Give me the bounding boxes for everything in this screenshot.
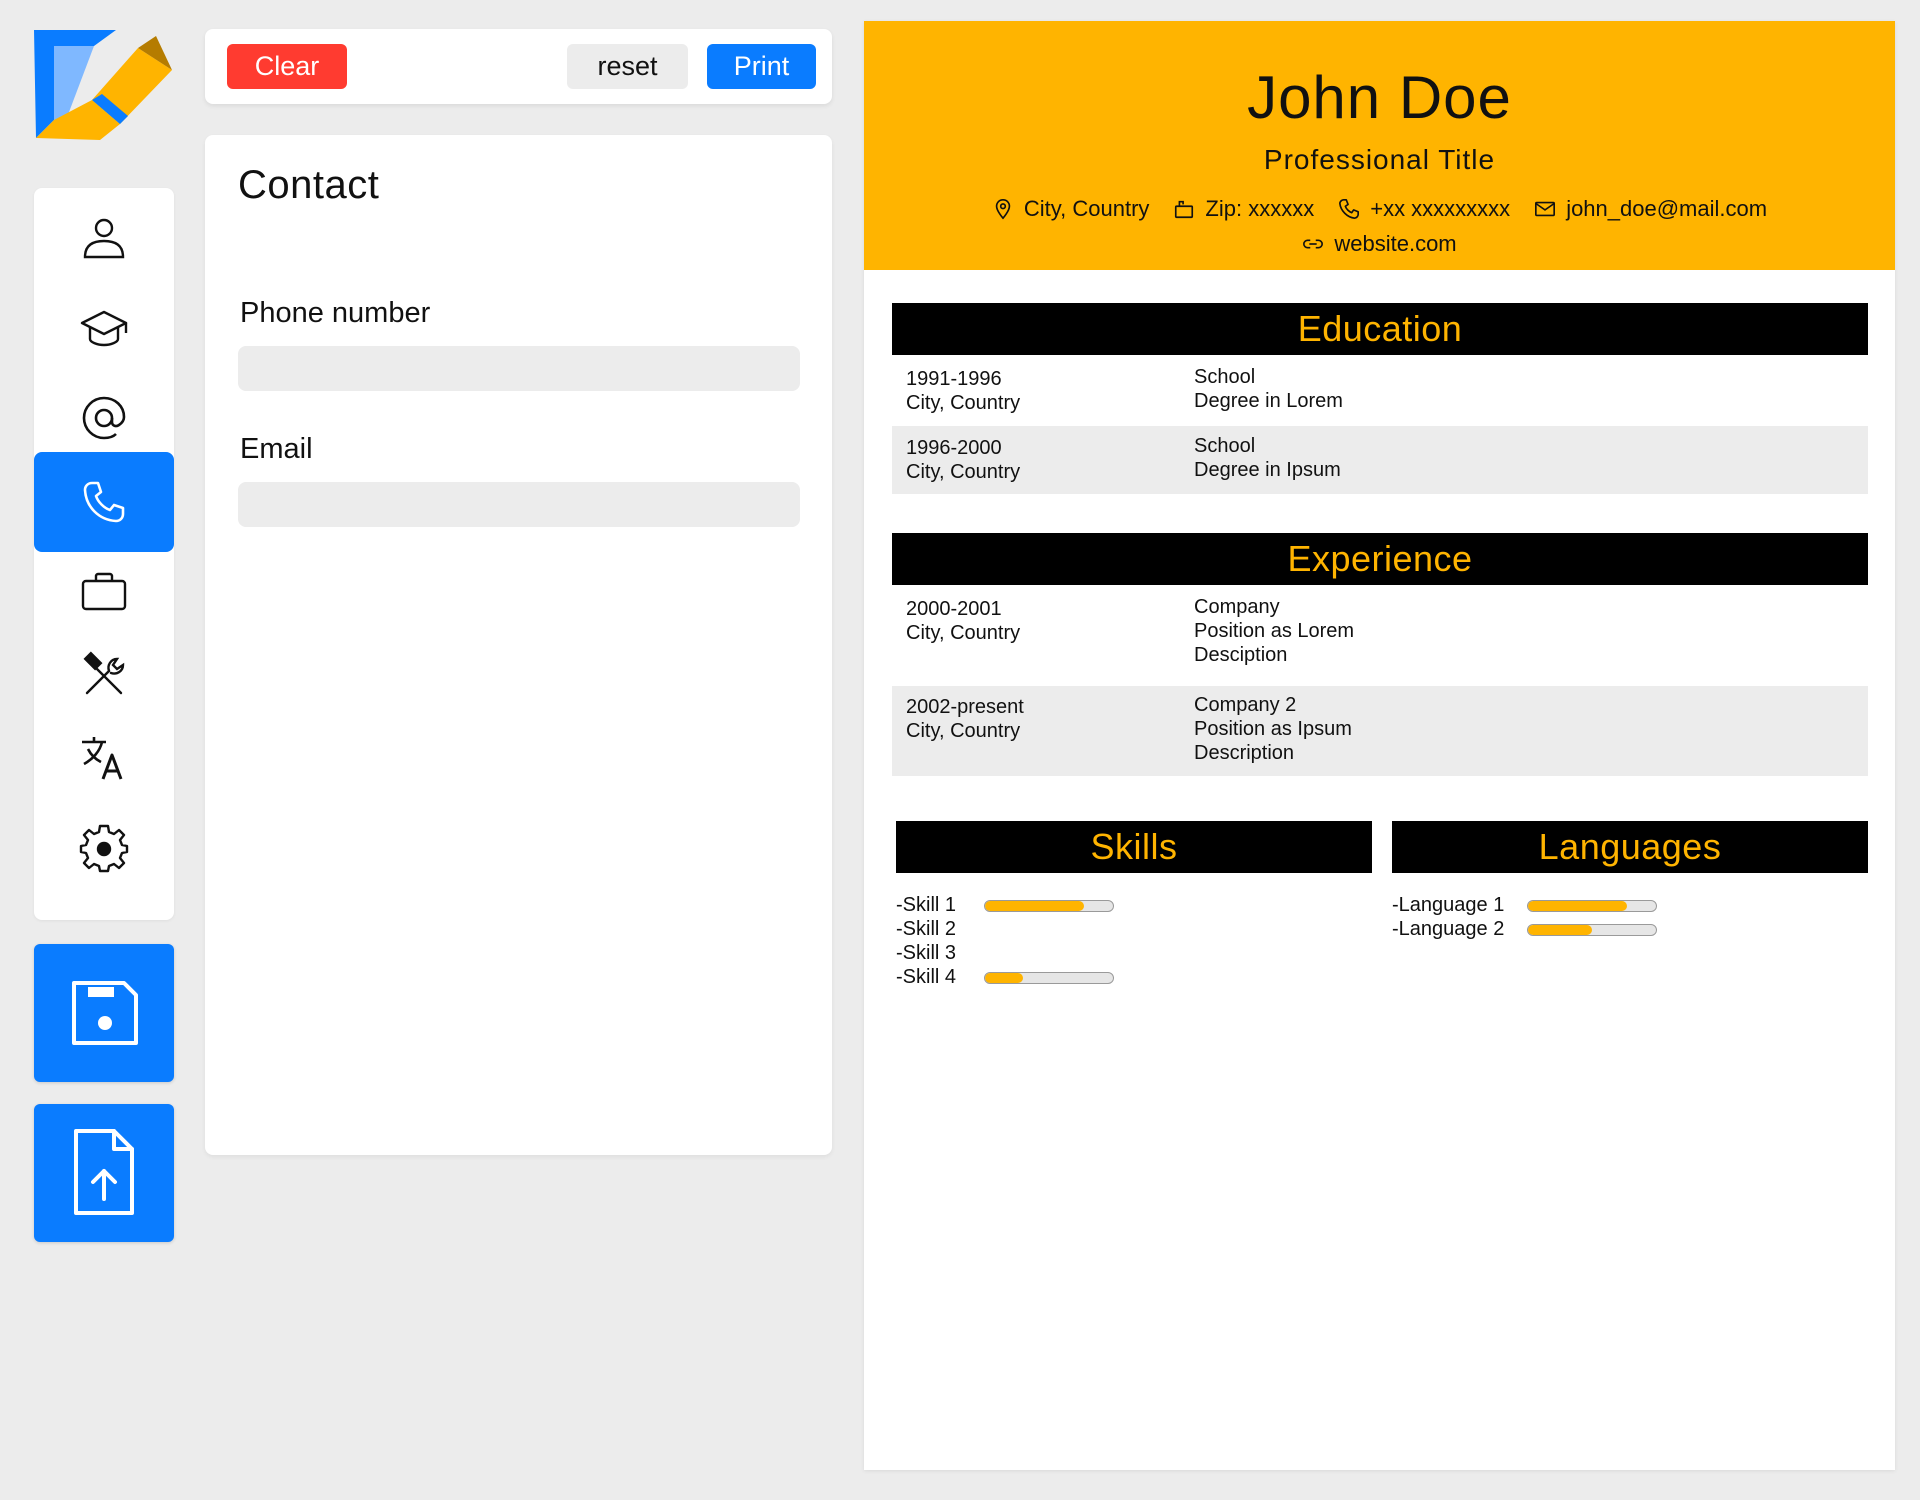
sidebar-item-languages[interactable]: [34, 708, 174, 808]
education-school: School: [1194, 366, 1256, 388]
email-input[interactable]: [238, 482, 800, 527]
link-icon: [1303, 239, 1324, 249]
save-button[interactable]: [34, 944, 174, 1082]
briefcase-icon: [81, 572, 127, 611]
education-place: City, Country: [906, 461, 1021, 483]
skill-label: -Skill 1: [896, 894, 957, 916]
sidebar-item-education[interactable]: [34, 278, 174, 378]
education-degree: Degree in Ipsum: [1194, 459, 1341, 481]
file-upload-icon: [74, 1129, 134, 1215]
resume-name: John Doe: [1247, 64, 1512, 131]
upload-file-button[interactable]: [34, 1104, 174, 1242]
education-degree: Degree in Lorem: [1194, 390, 1343, 412]
contact-email-text: john_doe@mail.com: [1566, 196, 1768, 221]
skills-header: Skills: [896, 821, 1372, 873]
experience-description: Description: [1194, 742, 1295, 764]
contact-location: City, Country: [992, 196, 1150, 222]
person-icon: [83, 218, 125, 259]
mailbox-icon: [1175, 200, 1194, 219]
experience-row: 2002-present City, Country Company 2 Pos…: [892, 686, 1868, 776]
phone-icon: [1339, 199, 1360, 219]
gear-icon: [79, 824, 129, 873]
contact-zip-text: Zip: xxxxxx: [1205, 196, 1315, 221]
skill-level-bar: [984, 972, 1114, 984]
resume-contact-row: City, Country Zip: xxxxxx +xx xxxxxxxxx …: [864, 196, 1895, 222]
phone-input[interactable]: [238, 346, 800, 391]
experience-years: 2002-present: [906, 696, 1024, 718]
experience-header: Experience: [892, 533, 1868, 585]
language-label: -Language 1: [1392, 894, 1505, 916]
sidebar-item-settings[interactable]: [34, 798, 174, 898]
print-button[interactable]: Print: [707, 44, 816, 89]
experience-place: City, Country: [906, 622, 1021, 644]
experience-position: Position as Ipsum: [1194, 718, 1352, 740]
experience-company: Company: [1194, 596, 1280, 618]
experience-years: 2000-2001: [906, 598, 1002, 620]
language-level-fill: [1528, 901, 1627, 911]
experience-company: Company 2: [1194, 694, 1297, 716]
resume-title: Professional Title: [1263, 144, 1496, 175]
form-title: Contact: [238, 163, 380, 207]
graduation-cap-icon: [80, 310, 128, 347]
resume-header: John Doe Professional Title City, Countr…: [864, 21, 1895, 270]
education-row: 1991-1996 City, Country School Degree in…: [892, 355, 1868, 421]
language-label: -Language 2: [1392, 918, 1505, 940]
languages-header: Languages: [1392, 821, 1868, 873]
contact-phone-text: +xx xxxxxxxxx: [1370, 196, 1511, 221]
phone-label: Phone number: [240, 297, 431, 329]
skill-label: -Skill 4: [896, 966, 957, 988]
education-row: 1996-2000 City, Country School Degree in…: [892, 426, 1868, 494]
tools-icon: [83, 651, 125, 695]
app-logo: [34, 30, 172, 140]
experience-description: Desciption: [1194, 644, 1288, 666]
skill-label: -Skill 2: [896, 918, 957, 940]
contact-email: john_doe@mail.com: [1534, 196, 1767, 222]
experience-row: 2000-2001 City, Country Company Position…: [892, 585, 1868, 675]
clear-button[interactable]: Clear: [227, 44, 347, 89]
contact-website: website.com: [1302, 231, 1457, 257]
sidebar-nav: [34, 188, 174, 920]
contact-form-panel: Contact Phone number Email: [205, 135, 832, 1155]
skill-label: -Skill 3: [896, 942, 957, 964]
translate-icon: [82, 737, 123, 780]
contact-zip: Zip: xxxxxx: [1173, 196, 1314, 222]
sidebar-item-personal[interactable]: [34, 188, 174, 288]
at-sign-icon: [82, 396, 126, 440]
save-icon: [72, 981, 138, 1045]
education-place: City, Country: [906, 392, 1021, 414]
education-years: 1996-2000: [906, 437, 1002, 459]
skill-level-fill: [985, 973, 1024, 983]
sidebar-item-contact[interactable]: [34, 452, 174, 552]
envelope-icon: [1535, 201, 1556, 217]
contact-phone: +xx xxxxxxxxx: [1338, 196, 1510, 222]
skill-level-bar: [984, 900, 1114, 912]
contact-website-text: website.com: [1334, 231, 1457, 256]
education-years: 1991-1996: [906, 368, 1002, 390]
reset-button[interactable]: reset: [567, 44, 688, 89]
phone-icon: [83, 481, 125, 523]
resume-preview: John Doe Professional Title City, Countr…: [864, 21, 1895, 1470]
language-level-bar: [1527, 900, 1657, 912]
education-header: Education: [892, 303, 1868, 355]
language-level-bar: [1527, 924, 1657, 936]
toolbar: Clear reset Print: [205, 29, 832, 104]
language-level-fill: [1528, 925, 1592, 935]
experience-position: Position as Lorem: [1194, 620, 1355, 642]
email-label: Email: [240, 433, 313, 465]
contact-location-text: City, Country: [1023, 196, 1150, 221]
skill-level-fill: [985, 901, 1084, 911]
experience-place: City, Country: [906, 720, 1021, 742]
education-school: School: [1194, 435, 1256, 457]
resume-website-row: website.com: [864, 231, 1895, 257]
location-pin-icon: [995, 199, 1011, 220]
